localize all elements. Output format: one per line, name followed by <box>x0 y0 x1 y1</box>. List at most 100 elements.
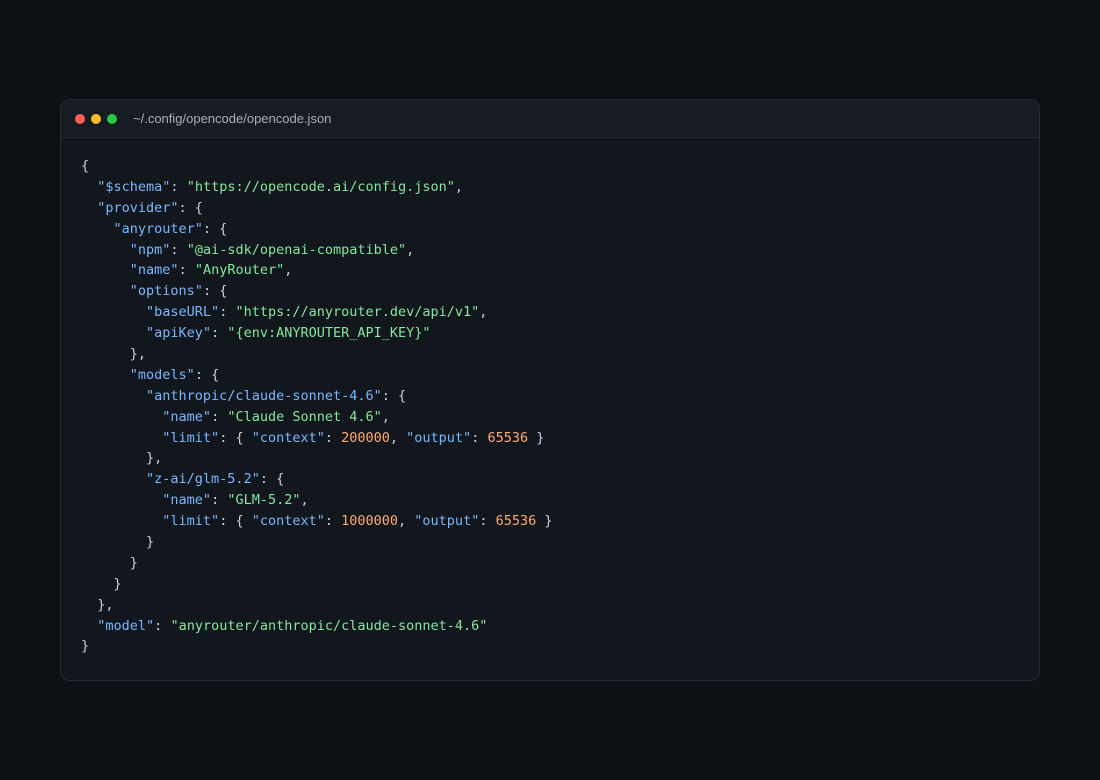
json-punctuation <box>81 471 146 487</box>
code-line: "options": { <box>81 281 1019 302</box>
json-string: "AnyRouter" <box>194 262 285 279</box>
json-key: "anthropic/claude-sonnet-4.6" <box>146 387 382 404</box>
json-number: 1000000 <box>341 513 399 530</box>
code-editor[interactable]: { "$schema": "https://opencode.ai/config… <box>61 138 1039 657</box>
json-punctuation: : { <box>381 387 407 404</box>
json-punctuation: : <box>479 513 496 530</box>
json-punctuation: } <box>528 429 545 446</box>
json-punctuation: } <box>81 638 90 655</box>
code-line: "anthropic/claude-sonnet-4.6": { <box>81 386 1019 407</box>
json-punctuation: } <box>536 513 553 530</box>
code-line: } <box>81 636 1019 657</box>
json-key: "provider" <box>97 199 179 216</box>
json-punctuation: }, <box>81 346 147 363</box>
json-punctuation: : { <box>202 220 228 237</box>
json-punctuation <box>81 388 146 404</box>
maximize-window-button[interactable] <box>107 113 117 124</box>
json-punctuation <box>81 221 114 237</box>
json-punctuation <box>81 283 130 299</box>
json-punctuation: } <box>81 554 138 571</box>
json-key: "model" <box>97 617 155 634</box>
json-punctuation: }, <box>81 450 163 467</box>
json-key: "limit" <box>162 513 220 530</box>
code-line: "baseURL": "https://anyrouter.dev/api/v1… <box>81 302 1019 323</box>
json-punctuation: : <box>219 304 236 321</box>
json-key: "context" <box>251 513 325 530</box>
json-punctuation: , <box>284 262 293 279</box>
json-key: "z-ai/glm-5.2" <box>146 471 260 488</box>
json-key: "context" <box>251 429 325 446</box>
json-punctuation <box>81 304 146 320</box>
json-key: "anyrouter" <box>113 220 203 237</box>
json-number: 200000 <box>341 429 390 446</box>
json-punctuation <box>81 409 162 425</box>
json-punctuation: }, <box>81 596 114 613</box>
code-line: "npm": "@ai-sdk/openai-compatible", <box>81 240 1019 261</box>
json-punctuation: : { <box>202 283 228 300</box>
json-string: "@ai-sdk/openai-compatible" <box>186 241 407 258</box>
code-line: "anyrouter": { <box>81 219 1019 240</box>
json-punctuation: : <box>211 325 228 342</box>
json-punctuation <box>81 242 130 258</box>
json-string: "anyrouter/anthropic/claude-sonnet-4.6" <box>170 617 488 634</box>
json-punctuation: : { <box>219 429 252 446</box>
json-string: "https://anyrouter.dev/api/v1" <box>235 304 480 321</box>
code-line: "limit": { "context": 1000000, "output":… <box>81 511 1019 532</box>
json-punctuation: : { <box>194 366 220 383</box>
close-window-button[interactable] <box>75 113 85 124</box>
json-number: 65536 <box>487 429 529 446</box>
json-punctuation: , <box>389 429 407 446</box>
code-line: "name": "AnyRouter", <box>81 260 1019 281</box>
json-punctuation <box>81 513 162 529</box>
window-titlebar: ~/.config/opencode/opencode.json <box>61 100 1039 138</box>
window-title: ~/.config/opencode/opencode.json <box>133 111 332 126</box>
json-key: "options" <box>129 283 203 300</box>
json-key: "npm" <box>129 241 171 258</box>
code-line: "name": "GLM-5.2", <box>81 490 1019 511</box>
json-punctuation: : <box>471 429 488 446</box>
code-line: "$schema": "https://opencode.ai/config.j… <box>81 177 1019 198</box>
json-punctuation <box>81 179 97 195</box>
json-punctuation: { <box>81 158 90 174</box>
json-punctuation <box>81 200 97 216</box>
json-key: "limit" <box>162 429 220 446</box>
json-punctuation: : <box>154 617 171 634</box>
code-line: } <box>81 532 1019 553</box>
json-key: "name" <box>162 408 212 425</box>
json-punctuation <box>81 430 162 446</box>
json-punctuation: : <box>170 178 187 195</box>
json-punctuation: : <box>178 262 195 279</box>
editor-window: ~/.config/opencode/opencode.json { "$sch… <box>60 99 1040 681</box>
code-line: }, <box>81 595 1019 616</box>
code-line: "name": "Claude Sonnet 4.6", <box>81 407 1019 428</box>
json-punctuation: : <box>211 492 228 509</box>
minimize-window-button[interactable] <box>91 113 101 124</box>
json-key: "output" <box>414 513 480 530</box>
code-line: } <box>81 553 1019 574</box>
json-key: "name" <box>162 492 212 509</box>
json-punctuation <box>81 262 130 278</box>
json-key: "$schema" <box>97 178 171 195</box>
json-punctuation: , <box>300 492 309 509</box>
json-punctuation: , <box>381 408 390 425</box>
json-punctuation: , <box>398 513 415 530</box>
json-key: "apiKey" <box>146 325 212 342</box>
json-punctuation: } <box>81 534 155 551</box>
code-line: "model": "anyrouter/anthropic/claude-son… <box>81 616 1019 637</box>
json-string: "{env:ANYROUTER_API_KEY}" <box>227 325 431 342</box>
json-punctuation: : <box>211 408 228 425</box>
json-punctuation: : { <box>178 199 203 216</box>
json-punctuation <box>81 492 162 508</box>
json-punctuation <box>81 367 130 383</box>
json-string: "Claude Sonnet 4.6" <box>227 408 382 425</box>
code-line: } <box>81 574 1019 595</box>
json-punctuation <box>81 325 146 341</box>
json-key: "models" <box>129 366 195 383</box>
json-punctuation: } <box>81 575 122 592</box>
json-number: 65536 <box>495 513 537 530</box>
json-punctuation: : <box>324 513 342 530</box>
json-string: "https://opencode.ai/config.json" <box>186 178 455 195</box>
json-punctuation: , <box>479 304 488 321</box>
json-punctuation: : { <box>219 513 252 530</box>
code-line: "apiKey": "{env:ANYROUTER_API_KEY}" <box>81 323 1019 344</box>
